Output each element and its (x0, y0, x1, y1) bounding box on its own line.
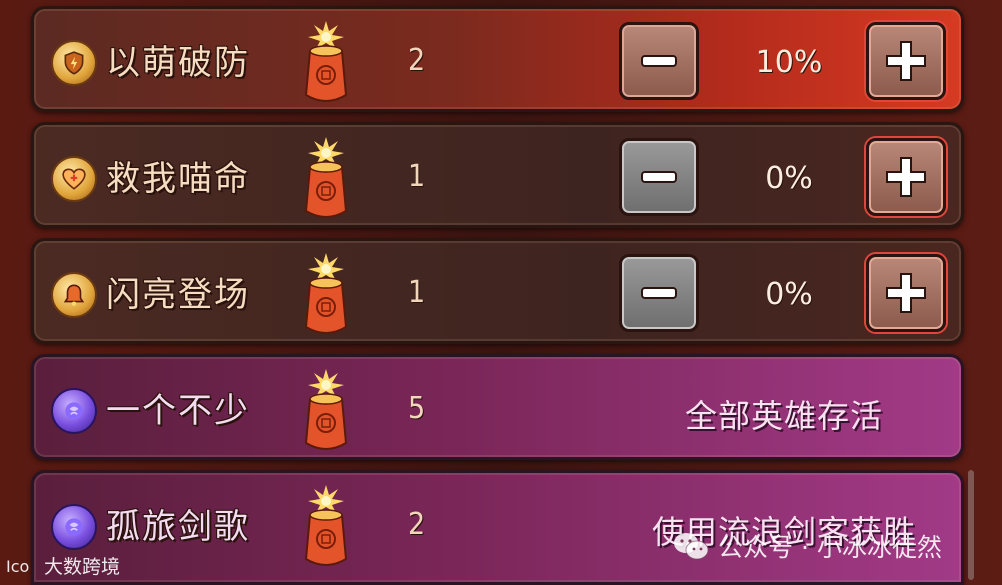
plus-icon (886, 273, 926, 313)
achievement-condition: 全部英雄存活 (684, 397, 883, 435)
firecracker-icon (304, 369, 348, 450)
bell-badge-icon (51, 272, 97, 318)
bonus-row-2: 救我喵命 1 0% (31, 122, 964, 228)
achievement-name: 孤旅剑歌 (106, 507, 250, 547)
brand-logo-icon: Ico (6, 557, 29, 576)
firecracker-icon (304, 253, 348, 334)
achievement-count: 5 (408, 391, 426, 426)
plus-icon (886, 157, 926, 197)
watermark-left-text: 大数跨境 (44, 556, 121, 578)
minus-icon (641, 55, 677, 67)
bonus-percent: 0% (765, 277, 813, 312)
achievement-row-1: 一个不少 5 全部英雄存活 (31, 354, 964, 460)
bonus-count: 2 (408, 43, 426, 78)
bonus-row-1: 以萌破防 2 10% (31, 6, 964, 112)
wechat-icon (674, 533, 709, 560)
bonus-name: 救我喵命 (106, 159, 250, 199)
bonus-percent: 0% (765, 161, 813, 196)
achievement-name: 一个不少 (106, 391, 250, 431)
bonus-count: 1 (408, 275, 426, 310)
firecracker-icon (304, 137, 348, 218)
heart-badge-icon (51, 156, 97, 202)
plus-icon (886, 41, 926, 81)
increase-button[interactable] (866, 22, 946, 100)
decrease-button[interactable] (619, 22, 699, 100)
minus-icon (641, 171, 677, 183)
bonus-name: 以萌破防 (106, 43, 250, 83)
orb-badge-icon (51, 388, 97, 434)
decrease-button[interactable] (619, 254, 699, 332)
shield-badge-icon (51, 40, 97, 86)
minus-icon (641, 287, 677, 299)
increase-button[interactable] (866, 254, 946, 332)
achievement-count: 2 (408, 507, 426, 542)
bonus-name: 闪亮登场 (106, 275, 250, 315)
bonus-row-3: 闪亮登场 1 0% (31, 238, 964, 344)
bonus-percent: 10% (755, 45, 823, 80)
firecracker-icon (304, 485, 348, 566)
decrease-button[interactable] (619, 138, 699, 216)
bonus-count: 1 (408, 159, 426, 194)
scrollbar[interactable] (968, 470, 974, 580)
svg-text:Ico: Ico (6, 557, 29, 576)
watermark-right: 公众号 · 小冰冰徒然 (672, 528, 942, 564)
watermark-left: Ico 大数跨境 (6, 552, 120, 579)
increase-button[interactable] (866, 138, 946, 216)
orb-badge-icon (51, 504, 97, 550)
watermark-right-text: 公众号 · 小冰冰徒然 (718, 533, 942, 562)
firecracker-icon (304, 21, 348, 102)
